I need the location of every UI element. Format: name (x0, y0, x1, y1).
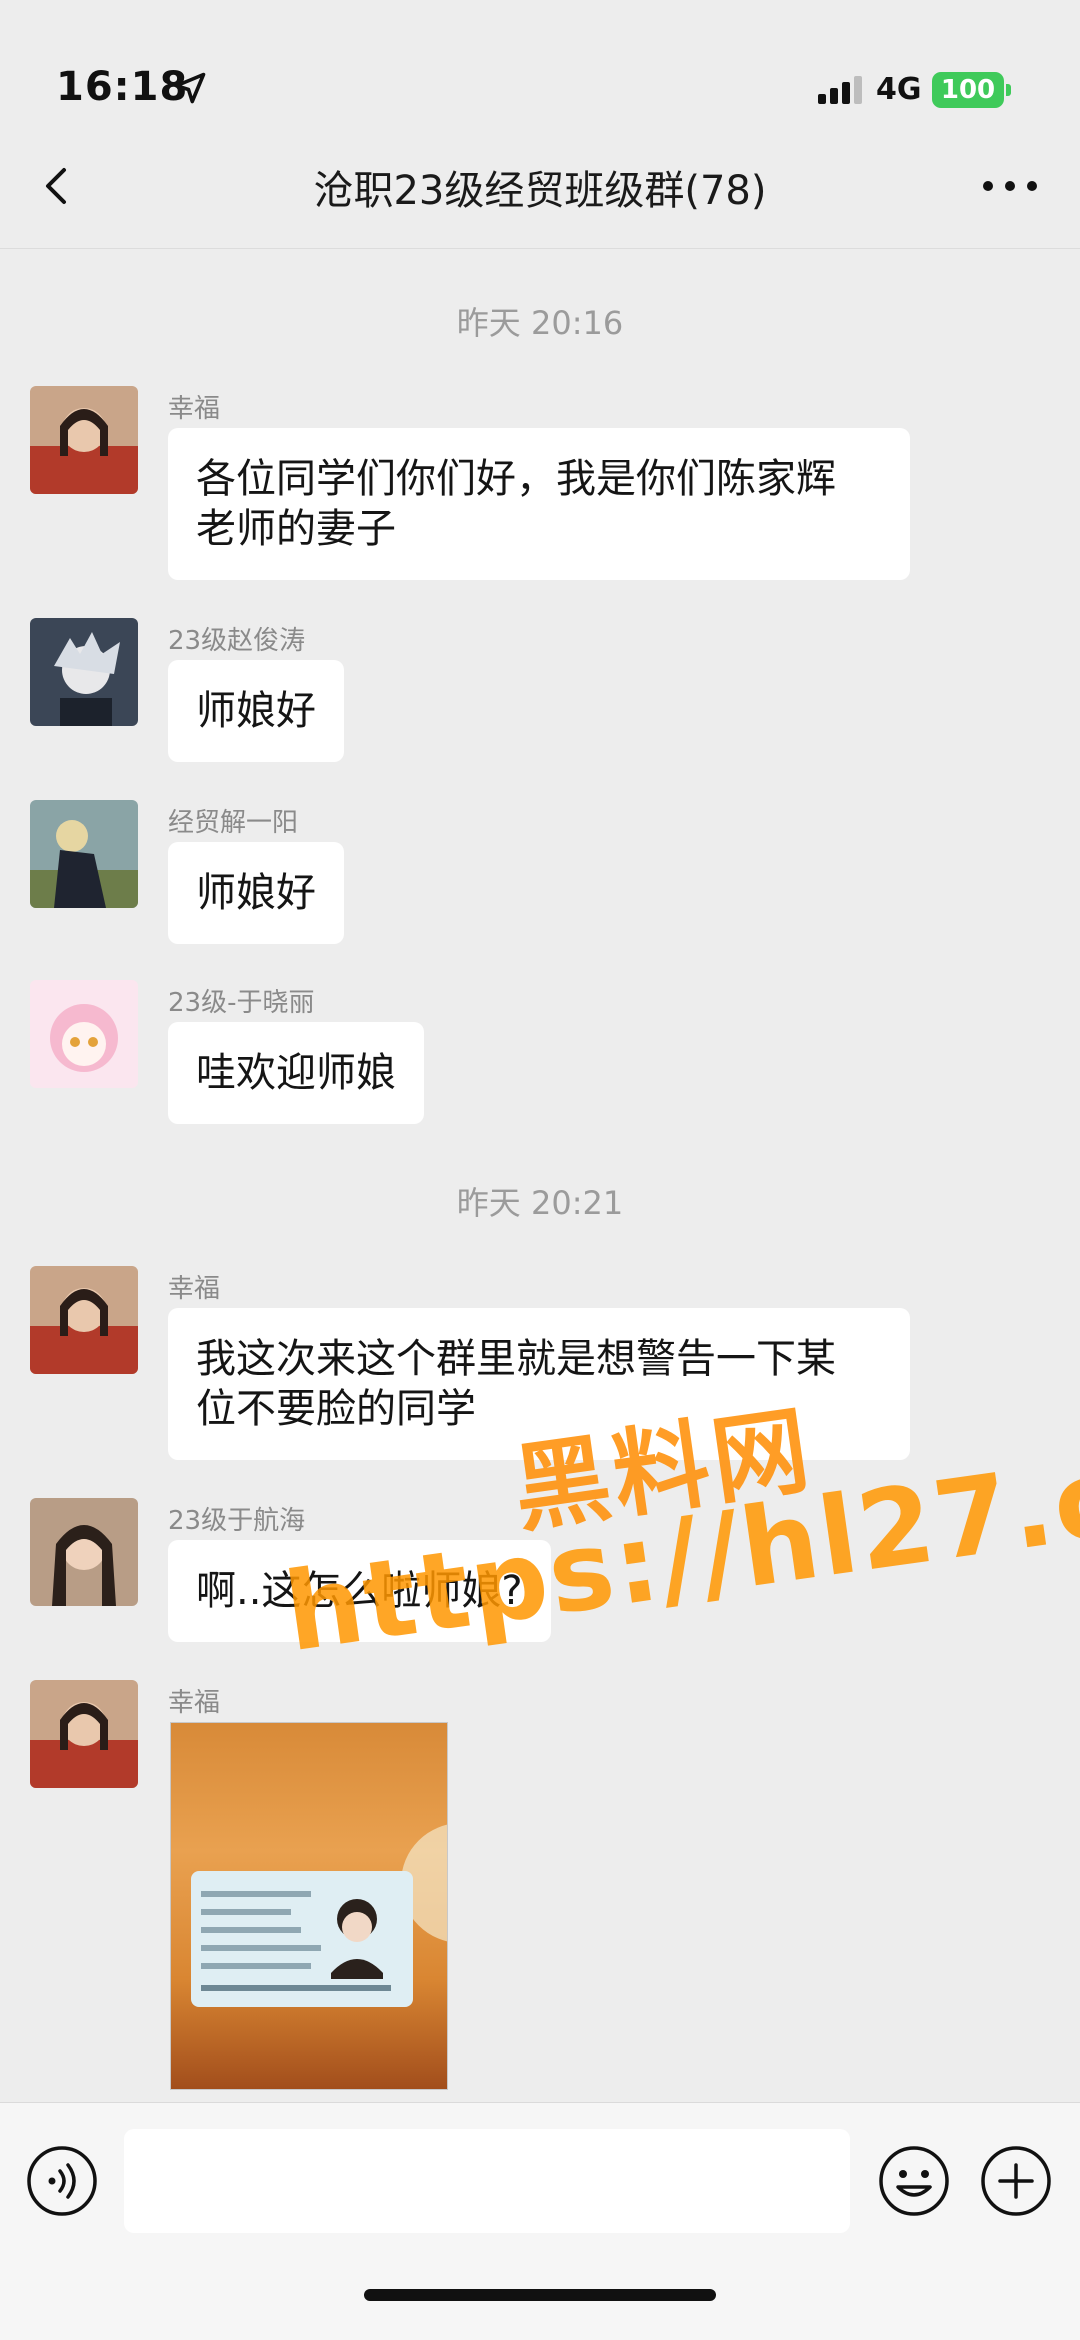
avatar[interactable] (30, 386, 138, 494)
battery-icon: 100 (932, 72, 1004, 108)
message-text: 哇欢迎师娘 (196, 1050, 396, 1096)
nav-bar: 沧职23级经贸班级群(78) (0, 130, 1080, 249)
user-avatar-icon (30, 618, 138, 726)
message-bubble[interactable]: 哇欢迎师娘 (168, 1022, 424, 1124)
message-bubble[interactable]: 师娘好 (168, 660, 344, 762)
input-bar (0, 2102, 1080, 2340)
message-bubble[interactable]: 啊..这怎么啦师娘? (168, 1540, 551, 1642)
message-text: 师娘好 (196, 688, 316, 734)
sender-name: 23级于航海 (168, 1506, 306, 1536)
avatar[interactable] (30, 618, 138, 726)
sender-name: 23级-于晓丽 (168, 988, 315, 1018)
status-time: 16:18 (56, 64, 189, 110)
chat-title: 沧职23级经贸班级群(78) (313, 168, 767, 214)
avatar[interactable] (30, 800, 138, 908)
message-timestamp: 昨天 20:21 (456, 1184, 624, 1222)
image-message[interactable] (170, 1722, 448, 2090)
sender-name: 23级赵俊涛 (168, 626, 306, 656)
add-more-icon[interactable] (978, 2143, 1054, 2219)
id-card-photo-icon (191, 1824, 447, 2007)
user-avatar-icon (30, 386, 138, 494)
status-bar: 16:18 4G 100 (0, 0, 1080, 130)
avatar[interactable] (30, 1498, 138, 1606)
message-text: 我这次来这个群里就是想警告一下某 (196, 1336, 836, 1382)
battery-cap (1006, 84, 1011, 96)
user-avatar-icon (30, 1498, 138, 1606)
message-timestamp: 昨天 20:16 (456, 304, 624, 342)
message-bubble[interactable]: 我这次来这个群里就是想警告一下某 位不要脸的同学 (168, 1308, 910, 1460)
avatar[interactable] (30, 980, 138, 1088)
emoji-icon[interactable] (876, 2143, 952, 2219)
message-text: 各位同学们你们好，我是你们陈家辉 (196, 456, 836, 502)
voice-input-icon[interactable] (24, 2143, 100, 2219)
message-bubble[interactable]: 各位同学们你们好，我是你们陈家辉 老师的妻子 (168, 428, 910, 580)
sender-name: 经贸解一阳 (168, 808, 299, 838)
message-input[interactable] (124, 2129, 850, 2233)
sender-name: 幸福 (168, 394, 221, 424)
user-avatar-icon (30, 980, 138, 1088)
more-options-icon[interactable] (970, 156, 1050, 216)
user-avatar-icon (30, 800, 138, 908)
avatar[interactable] (30, 1266, 138, 1374)
user-avatar-icon (30, 1266, 138, 1374)
user-avatar-icon (30, 1680, 138, 1788)
home-indicator[interactable] (364, 2289, 716, 2301)
signal-icon (818, 76, 862, 104)
location-arrow-icon (174, 72, 206, 104)
avatar[interactable] (30, 1680, 138, 1788)
sender-name: 幸福 (168, 1688, 221, 1718)
message-text: 位不要脸的同学 (196, 1386, 476, 1432)
network-type: 4G (876, 72, 922, 107)
sender-name: 幸福 (168, 1274, 221, 1304)
message-text: 老师的妻子 (196, 506, 396, 552)
message-text: 师娘好 (196, 870, 316, 916)
message-text: 啊..这怎么啦师娘? (196, 1568, 523, 1614)
message-bubble[interactable]: 师娘好 (168, 842, 344, 944)
